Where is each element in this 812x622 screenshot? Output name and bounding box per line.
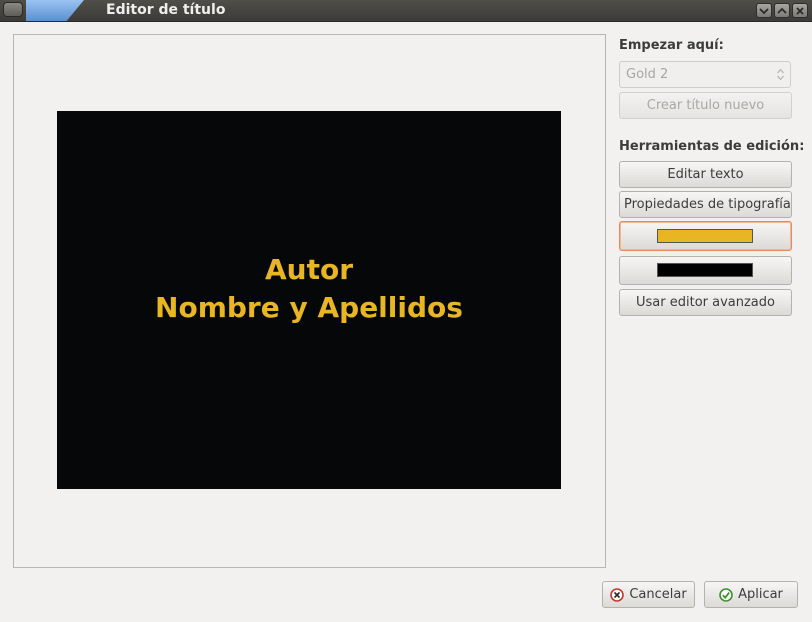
apply-label: Aplicar [738, 587, 783, 602]
title-bar: Editor de título [0, 0, 812, 22]
window-title: Editor de título [106, 2, 226, 18]
window-controls [756, 3, 808, 18]
start-here-label: Empezar aquí: [619, 38, 724, 53]
check-icon [719, 587, 733, 602]
minimize-icon[interactable] [756, 3, 772, 18]
text-color-swatch [657, 229, 753, 243]
background-color-button[interactable] [619, 256, 792, 285]
edit-text-button[interactable]: Editar texto [619, 161, 792, 188]
editing-tools-label: Herramientas de edición: [619, 139, 805, 154]
create-new-title-button[interactable]: Crear título nuevo [619, 92, 792, 119]
maximize-icon[interactable] [774, 3, 790, 18]
apply-button[interactable]: Aplicar [704, 581, 798, 608]
template-select-value: Gold 2 [626, 67, 669, 82]
window-menu-icon[interactable] [3, 2, 23, 17]
text-color-button[interactable] [619, 221, 792, 251]
template-select[interactable]: Gold 2 [619, 61, 791, 88]
advanced-editor-button[interactable]: Usar editor avanzado [619, 289, 792, 316]
preview-line-name: Nombre y Apellidos [155, 291, 463, 324]
spin-arrows-icon [777, 68, 784, 81]
title-preview-canvas: Autor Nombre y Apellidos [57, 111, 561, 489]
preview-text: Autor Nombre y Apellidos [155, 251, 463, 327]
background-color-swatch [657, 263, 753, 277]
title-editor-window: Editor de título Autor Nombre y Apellido… [0, 0, 812, 622]
close-icon[interactable] [792, 3, 808, 18]
cancel-icon [610, 587, 625, 602]
cancel-button[interactable]: Cancelar [602, 581, 695, 608]
preview-line-author: Autor [264, 253, 354, 286]
titlebar-accent [26, 0, 84, 21]
font-properties-button[interactable]: Propiedades de tipografía [619, 191, 792, 218]
cancel-label: Cancelar [629, 587, 687, 602]
